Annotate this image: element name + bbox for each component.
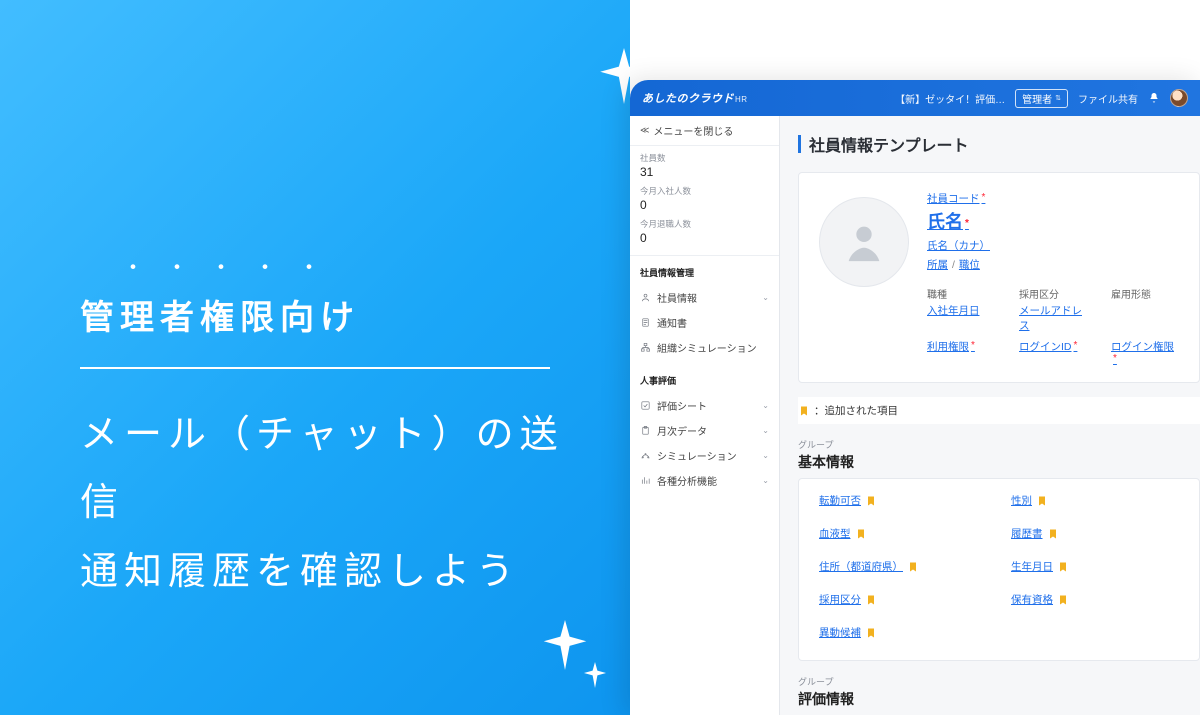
bookmark-icon [907, 560, 919, 574]
hero-panel: ・・・・・ 管理者権限向け メール（チャット）の送信 通知履歴を確認しよう [0, 0, 630, 715]
template-field[interactable]: 生年月日 [1011, 559, 1179, 574]
sidebar-item-employee-info[interactable]: 社員情報 ⌄ [640, 285, 769, 310]
stat-value: 31 [640, 165, 769, 179]
hero-line2: 通知履歴を確認しよう [80, 538, 570, 606]
template-field[interactable]: 住所（都道府県） [819, 559, 987, 574]
template-field[interactable]: 履歴書 [1011, 526, 1179, 541]
hero-badge: 管理者権限向け [80, 290, 570, 339]
field-employee-code[interactable]: 社員コード [927, 193, 985, 205]
template-field[interactable]: 採用区分 [819, 592, 987, 607]
template-field[interactable]: 性別 [1011, 493, 1179, 508]
page-title: 社員情報テンプレート [780, 116, 1200, 166]
template-field[interactable]: 保有資格 [1011, 592, 1179, 607]
stat-value: 0 [640, 198, 769, 212]
bell-icon[interactable] [1148, 92, 1160, 104]
simulation-icon [640, 450, 651, 461]
bookmark-icon [865, 593, 877, 607]
file-share-link[interactable]: ファイル共有 [1078, 91, 1138, 106]
accent-bar [798, 135, 801, 153]
bookmark-icon [1036, 494, 1048, 508]
check-icon [640, 400, 651, 411]
stat-label: 今月退職人数 [640, 218, 769, 230]
sidebar-stats: 社員数 31 今月入社人数 0 今月退職人数 0 [630, 146, 779, 256]
person-icon [640, 292, 651, 303]
field-login-perm[interactable]: ログイン権限 [1111, 341, 1174, 366]
hero-line1: メール（チャット）の送信 [80, 401, 570, 538]
sidebar-section-title: 人事評価 [640, 374, 769, 387]
chevron-down-icon: ⌄ [762, 426, 769, 435]
chevron-down-icon: ⌄ [762, 451, 769, 460]
sidebar-item-simulation[interactable]: シミュレーション ⌄ [640, 443, 769, 468]
field-label: 雇用形態 [1111, 286, 1179, 301]
field-name-kana[interactable]: 氏名（カナ） [927, 240, 990, 252]
field-position[interactable]: 職位 [959, 257, 980, 272]
field-hiredate[interactable]: 入社年月日 [927, 305, 980, 317]
sidebar-collapse-label: メニューを閉じる [653, 123, 733, 138]
template-field[interactable]: 異動候補 [819, 625, 987, 640]
template-field[interactable]: 転勤可否 [819, 493, 987, 508]
brand-logo[interactable]: あしたのクラウドHR [642, 90, 748, 106]
chevron-down-icon: ⌄ [762, 293, 769, 302]
group-basic-info: 転勤可否 性別血液型 履歴書住所（都道府県） 生年月日採用区分 保有資格異動候補 [798, 478, 1200, 661]
org-icon [640, 342, 651, 353]
hero-divider [80, 367, 550, 369]
sparkle-icon [582, 662, 608, 688]
doc-icon [640, 317, 651, 328]
main-pane: 社員情報テンプレート 社員コード 氏名 氏名（カナ） 所属 / 職位 [780, 116, 1200, 715]
avatar[interactable] [1170, 89, 1188, 107]
caret-icon: ⇅ [1055, 94, 1061, 102]
legend-added: ：追加された項目 [798, 397, 1200, 424]
field-permission[interactable]: 利用権限 [927, 341, 975, 353]
group-header: グループ 基本情報 [798, 438, 1200, 472]
chevron-down-icon: ⌄ [762, 401, 769, 410]
bars-icon [640, 475, 651, 486]
bookmark-icon [1057, 560, 1069, 574]
sidebar-item-eval-sheet[interactable]: 評価シート ⌄ [640, 393, 769, 418]
sidebar-item-monthly[interactable]: 月次データ ⌄ [640, 418, 769, 443]
bookmark-icon [865, 494, 877, 508]
clipboard-icon [640, 425, 651, 436]
sidebar-item-analytics[interactable]: 各種分析機能 ⌄ [640, 468, 769, 493]
bookmark-icon [1057, 593, 1069, 607]
stat-value: 0 [640, 231, 769, 245]
role-switcher[interactable]: 管理者⇅ [1015, 89, 1068, 108]
app-window: あしたのクラウドHR 【新】ゼッタイ！評価… 管理者⇅ ファイル共有 ≪ メニュ… [630, 80, 1200, 715]
sidebar-section-title: 社員情報管理 [640, 266, 769, 279]
field-label: 採用区分 [1019, 286, 1087, 301]
chevron-down-icon: ⌄ [762, 476, 769, 485]
stat-label: 社員数 [640, 152, 769, 164]
profile-card: 社員コード 氏名 氏名（カナ） 所属 / 職位 職種 入社年月日 採用区分 メー… [798, 172, 1200, 383]
sidebar-item-org-sim[interactable]: 組織シミュレーション [640, 335, 769, 360]
topbar: あしたのクラウドHR 【新】ゼッタイ！評価… 管理者⇅ ファイル共有 [630, 80, 1200, 116]
group-header: グループ 評価情報 [798, 675, 1200, 709]
bookmark-icon [798, 404, 810, 418]
field-label: 職種 [927, 286, 995, 301]
slash: / [952, 259, 955, 271]
bookmark-icon [855, 527, 867, 541]
topbar-notice[interactable]: 【新】ゼッタイ！評価… [895, 91, 1005, 106]
field-name[interactable]: 氏名 [927, 208, 969, 234]
sidebar: ≪ メニューを閉じる 社員数 31 今月入社人数 0 今月退職人数 0 社員情報… [630, 116, 780, 715]
chevron-left-icon: ≪ [640, 125, 649, 136]
profile-photo-placeholder[interactable] [819, 197, 909, 287]
field-login-id[interactable]: ログインID [1019, 341, 1077, 353]
sidebar-section: 社員情報管理 社員情報 ⌄ 通知書 組織シミュレーション [630, 256, 779, 364]
bookmark-icon [1047, 527, 1059, 541]
template-field[interactable]: 血液型 [819, 526, 987, 541]
bookmark-icon [865, 626, 877, 640]
hero-dots: ・・・・・ [122, 250, 570, 282]
sidebar-section: 人事評価 評価シート ⌄ 月次データ ⌄ シミュレーション ⌄ 各種分析機能 ⌄ [630, 364, 779, 497]
sidebar-collapse[interactable]: ≪ メニューを閉じる [630, 116, 779, 146]
sidebar-item-notice[interactable]: 通知書 [640, 310, 769, 335]
field-email[interactable]: メールアドレス [1019, 305, 1082, 332]
stat-label: 今月入社人数 [640, 185, 769, 197]
field-belong[interactable]: 所属 [927, 257, 948, 272]
